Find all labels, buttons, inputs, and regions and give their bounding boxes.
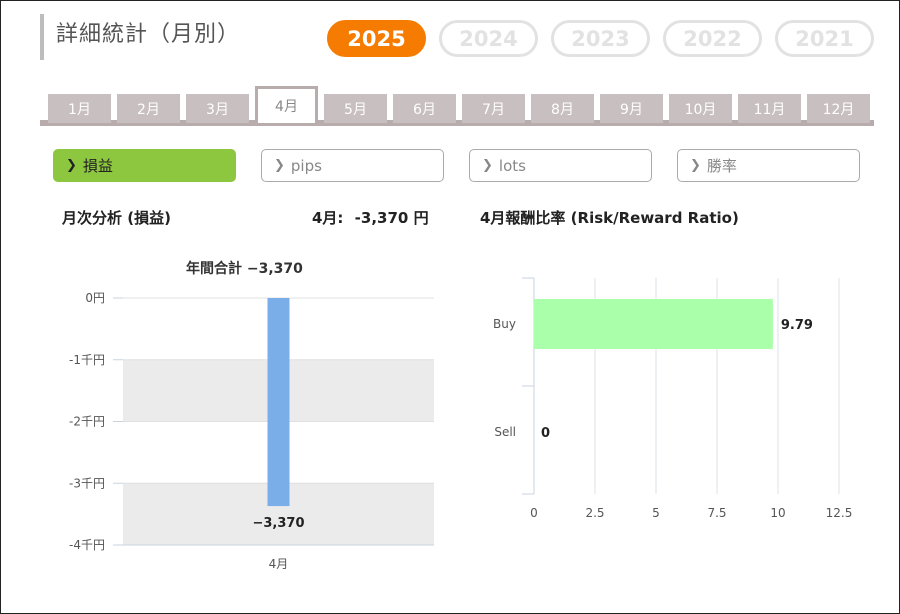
year-button-2023[interactable]: 2023: [551, 20, 650, 57]
x-tick-label: 4月: [269, 557, 289, 571]
y-tick-label: -3千円: [69, 476, 105, 490]
tab-month-4[interactable]: 4月: [255, 86, 318, 123]
y-tick-label: -2千円: [69, 415, 105, 429]
tab-month-7[interactable]: 7月: [462, 94, 525, 123]
x-tick-label: 10: [770, 506, 785, 520]
chevron-right-icon: ❯: [66, 158, 77, 173]
x-tick-label: 5: [652, 506, 660, 520]
x-tick-label: 12.5: [826, 506, 853, 520]
x-tick-label: 2.5: [585, 506, 604, 520]
chevron-right-icon: ❯: [690, 158, 701, 173]
tab-month-9[interactable]: 9月: [600, 94, 663, 123]
chevron-right-icon: ❯: [274, 158, 285, 173]
yearly-total-title: 年間合計 −3,370: [186, 261, 303, 277]
data-label: 0: [541, 426, 550, 441]
data-label: −3,370: [252, 516, 304, 531]
page-title: 詳細統計（月別）: [56, 22, 241, 47]
page-title-block: 詳細統計（月別）: [40, 14, 240, 60]
metric-button-pips[interactable]: ❯ pips: [261, 149, 444, 182]
year-button-2025[interactable]: 2025: [327, 20, 426, 57]
y-tick-label: -1千円: [69, 353, 105, 367]
y-tick-label: -4千円: [69, 538, 105, 552]
month-value-readout: 4月: -3,370 円: [312, 207, 429, 228]
bar: [267, 298, 290, 507]
year-button-2021[interactable]: 2021: [775, 20, 874, 57]
month-value: -3,370 円: [354, 209, 429, 227]
metric-button-win-rate[interactable]: ❯ 勝率: [677, 149, 860, 182]
metric-button-profit-loss[interactable]: ❯ 損益: [53, 149, 236, 182]
tab-month-10[interactable]: 10月: [669, 94, 732, 123]
x-tick-label: 0: [530, 506, 538, 520]
tab-month-5[interactable]: 5月: [324, 94, 387, 123]
y-tick-label: Buy: [493, 317, 516, 331]
month-value-label: 4月:: [312, 209, 344, 227]
tab-month-11[interactable]: 11月: [738, 94, 801, 123]
tab-month-1[interactable]: 1月: [48, 94, 111, 123]
metric-label: 勝率: [706, 157, 737, 175]
metric-label: pips: [290, 156, 322, 175]
bar: [534, 299, 773, 349]
tab-month-3[interactable]: 3月: [186, 94, 249, 123]
x-tick-label: 7.5: [707, 506, 726, 520]
chevron-right-icon: ❯: [482, 158, 493, 173]
year-button-2022[interactable]: 2022: [663, 20, 762, 57]
monthly-analysis-heading: 月次分析 (損益): [62, 209, 171, 227]
metric-button-lots[interactable]: ❯ lots: [469, 149, 652, 182]
month-tabs: 1月 2月 3月 4月 5月 6月 7月 8月 9月 10月 11月 12月: [40, 86, 874, 126]
tab-month-8[interactable]: 8月: [531, 94, 594, 123]
tab-month-2[interactable]: 2月: [117, 94, 180, 123]
tab-month-12[interactable]: 12月: [807, 94, 870, 123]
y-tick-label: Sell: [494, 425, 516, 439]
rr-ratio-heading: 4月報酬比率 (Risk/Reward Ratio): [480, 209, 739, 227]
metric-label: lots: [498, 156, 526, 175]
rr-ratio-chart: 0 2.5 5 7.5 10 12.5 Buy 9.79 Sell 0: [493, 277, 853, 520]
y-tick-label: 0円: [85, 291, 105, 305]
year-selector: 2025 2024 2023 2022 2021: [327, 20, 874, 57]
monthly-pl-chart: 0円 -1千円 -2千円 -3千円 -4千円 −3,370 4月: [69, 291, 434, 571]
data-label: 9.79: [781, 318, 813, 333]
metric-label: 損益: [82, 157, 113, 175]
year-button-2024[interactable]: 2024: [439, 20, 538, 57]
tab-month-6[interactable]: 6月: [393, 94, 456, 123]
